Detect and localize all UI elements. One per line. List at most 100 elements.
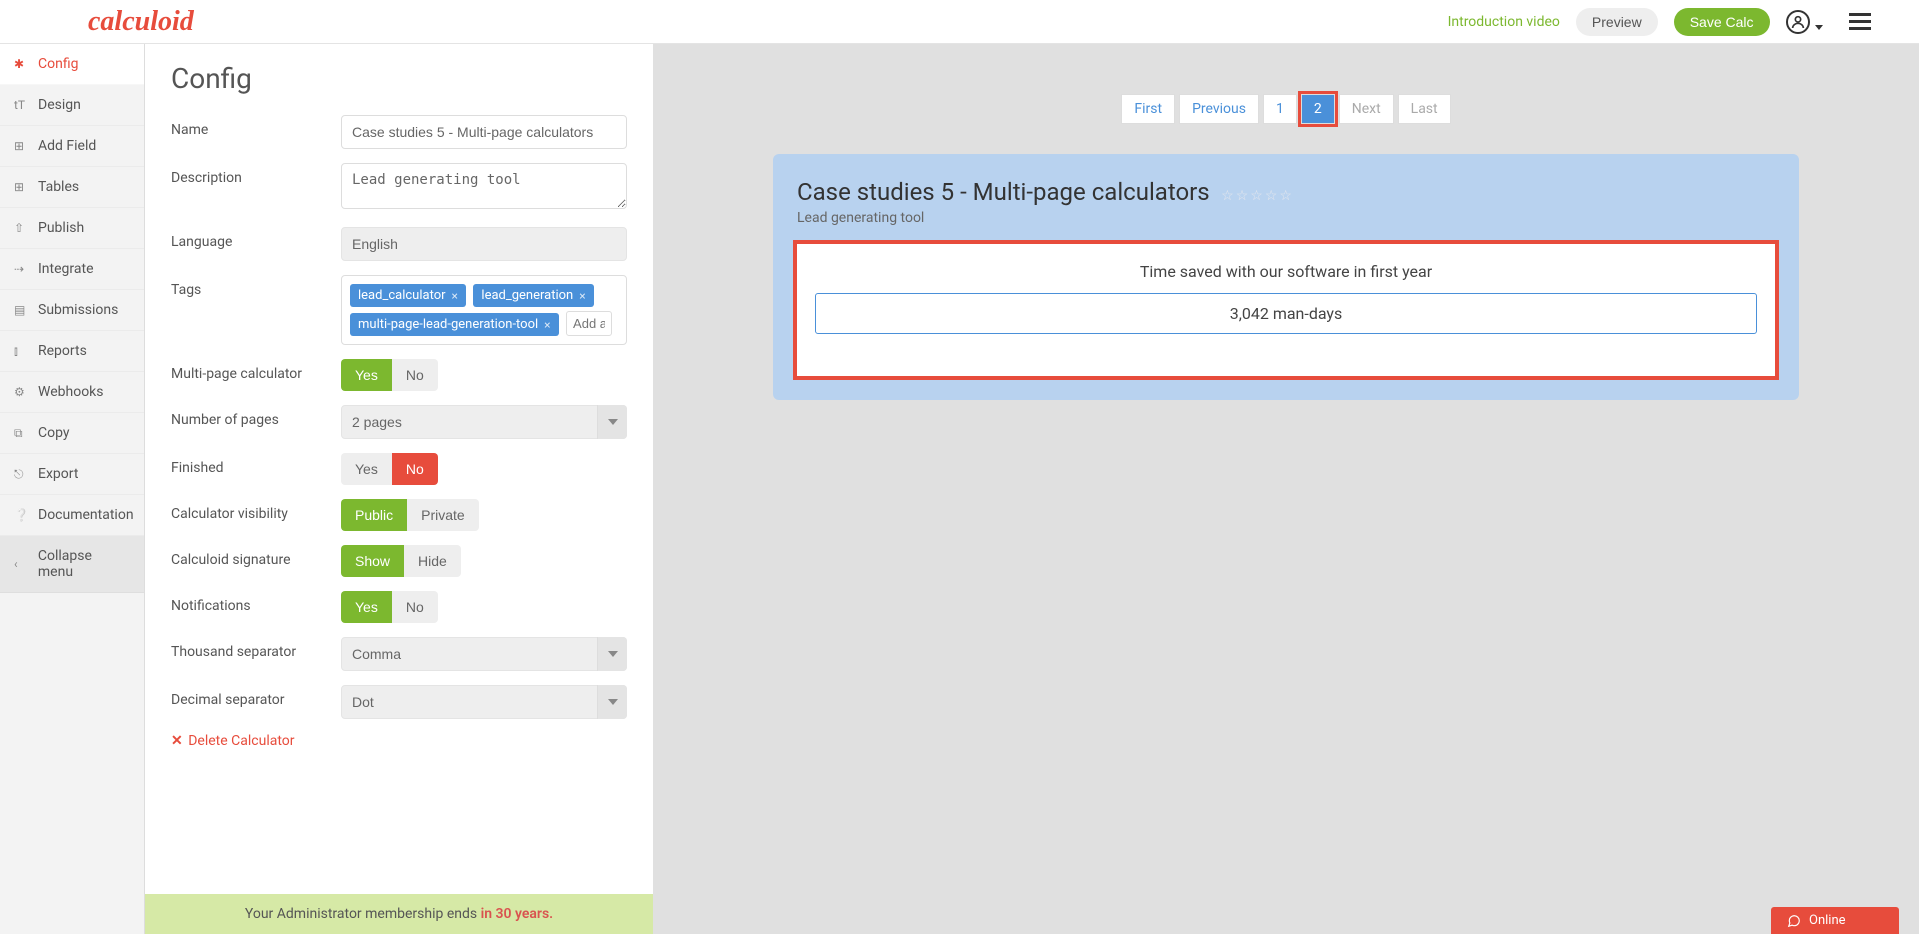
sidebar-item-label: Copy: [38, 425, 70, 441]
finished-yes-button[interactable]: Yes: [341, 453, 392, 485]
user-menu[interactable]: [1786, 10, 1823, 34]
star-icon: ☆: [1250, 188, 1263, 204]
sidebar-item-label: Tables: [38, 179, 79, 195]
sidebar-item-label: Add Field: [38, 138, 96, 154]
thousand-select[interactable]: [341, 637, 627, 671]
chevron-down-icon: [597, 405, 627, 439]
multipage-toggle: Yes No: [341, 359, 438, 391]
delete-calculator-link[interactable]: ✕ Delete Calculator: [171, 733, 295, 749]
calc-subtitle: Lead generating tool: [797, 210, 1775, 226]
label-name: Name: [171, 115, 341, 138]
star-icon: ☆: [1265, 188, 1278, 204]
pg-next[interactable]: Next: [1339, 94, 1394, 124]
label-thousand: Thousand separator: [171, 637, 341, 660]
sidebar-item-collapse[interactable]: ‹ Collapse menu: [0, 536, 144, 593]
finished-no-button[interactable]: No: [392, 453, 438, 485]
visibility-public-button[interactable]: Public: [341, 499, 407, 531]
numpages-select[interactable]: [341, 405, 627, 439]
sidebar-item-integrate[interactable]: ⇢Integrate: [0, 249, 144, 290]
multipage-no-button[interactable]: No: [392, 359, 438, 391]
close-icon[interactable]: ×: [579, 289, 585, 303]
decimal-select[interactable]: [341, 685, 627, 719]
sidebar-item-label: Submissions: [38, 302, 118, 318]
sidebar-item-export[interactable]: ⎋ Export: [0, 454, 144, 495]
tags-box[interactable]: lead_calculator× lead_generation× multi-…: [341, 275, 627, 345]
pg-previous[interactable]: Previous: [1179, 94, 1259, 124]
rating-stars[interactable]: ☆☆☆☆☆: [1221, 188, 1292, 204]
sidebar-item-label: Config: [38, 56, 78, 72]
row-multipage: Multi-page calculator Yes No: [171, 359, 627, 391]
sidebar-item-submissions[interactable]: ▤Submissions: [0, 290, 144, 331]
star-icon: ☆: [1279, 188, 1292, 204]
sidebar-item-webhooks[interactable]: ⚙Webhooks: [0, 372, 144, 413]
calc-title: Case studies 5 - Multi-page calculators: [797, 178, 1210, 206]
save-calc-button[interactable]: Save Calc: [1674, 8, 1770, 36]
result-value: 3,042 man-days: [815, 293, 1757, 334]
calculator-card: Case studies 5 - Multi-page calculators …: [773, 154, 1799, 400]
language-input[interactable]: [341, 227, 627, 261]
tag-item[interactable]: lead_generation×: [473, 284, 593, 307]
pg-last[interactable]: Last: [1398, 94, 1451, 124]
hamburger-menu-button[interactable]: [1849, 13, 1871, 30]
sidebar-item-design[interactable]: tTDesign: [0, 85, 144, 126]
copy-icon: ⧉: [14, 426, 28, 441]
sidebar-item-publish[interactable]: ⇧Publish: [0, 208, 144, 249]
label-visibility: Calculator visibility: [171, 499, 341, 522]
thousand-value: [341, 637, 627, 671]
sidebar-item-documentation[interactable]: ❔Documentation: [0, 495, 144, 536]
chevron-down-icon: [597, 637, 627, 671]
decimal-value: [341, 685, 627, 719]
plus-icon: ⊞: [14, 139, 28, 153]
sidebar-item-config[interactable]: ✱ Config: [0, 44, 144, 85]
finished-toggle: Yes No: [341, 453, 438, 485]
description-textarea[interactable]: Lead generating tool: [341, 163, 627, 209]
close-icon[interactable]: ×: [544, 318, 550, 332]
logo[interactable]: calculoid: [88, 6, 194, 38]
label-numpages: Number of pages: [171, 405, 341, 428]
signature-hide-button[interactable]: Hide: [404, 545, 461, 577]
visibility-private-button[interactable]: Private: [407, 499, 479, 531]
sidebar-item-add-field[interactable]: ⊞ Add Field: [0, 126, 144, 167]
label-language: Language: [171, 227, 341, 250]
label-multipage: Multi-page calculator: [171, 359, 341, 382]
config-panel: Config Name Description Lead generating …: [145, 44, 653, 934]
sidebar-item-tables[interactable]: ⊞Tables: [0, 167, 144, 208]
chat-online-button[interactable]: Online: [1771, 907, 1899, 934]
avatar-icon: [1786, 10, 1810, 34]
row-language: Language: [171, 227, 627, 261]
row-numpages: Number of pages: [171, 405, 627, 439]
export-icon: ⎋: [14, 467, 28, 482]
tag-item[interactable]: lead_calculator×: [350, 284, 466, 307]
sidebar-item-reports[interactable]: ⫾Reports: [0, 331, 144, 372]
multipage-yes-button[interactable]: Yes: [341, 359, 392, 391]
notifications-no-button[interactable]: No: [392, 591, 438, 623]
row-delete: ✕ Delete Calculator: [171, 733, 627, 749]
row-thousand: Thousand separator: [171, 637, 627, 671]
pg-1[interactable]: 1: [1263, 94, 1297, 124]
introduction-video-link[interactable]: Introduction video: [1448, 14, 1560, 30]
main: Config Name Description Lead generating …: [145, 44, 1919, 934]
notifications-yes-button[interactable]: Yes: [341, 591, 392, 623]
chevron-down-icon: [1815, 25, 1823, 30]
name-input[interactable]: [341, 115, 627, 149]
signature-show-button[interactable]: Show: [341, 545, 404, 577]
numpages-value: [341, 405, 627, 439]
pg-first[interactable]: First: [1121, 94, 1175, 124]
tag-input[interactable]: [566, 311, 612, 336]
close-icon[interactable]: ×: [452, 289, 458, 303]
sidebar-item-copy[interactable]: ⧉ Copy: [0, 413, 144, 454]
sidebar-item-label: Export: [38, 466, 78, 482]
row-tags: Tags lead_calculator× lead_generation× m…: [171, 275, 627, 345]
preview-button[interactable]: Preview: [1576, 8, 1658, 36]
tag-item[interactable]: multi-page-lead-generation-tool×: [350, 313, 559, 336]
content: ✱Config tTDesign ⊞Add Field ⊞Tables ⇧Pub…: [0, 44, 1919, 934]
sidebar: ✱ Config tTDesign ⊞ Add Field ⊞Tables ⇧Pub…: [0, 44, 145, 934]
sidebar-item-label: Collapse menu: [38, 548, 130, 580]
label-notifications: Notifications: [171, 591, 341, 614]
gear-icon: ✱: [14, 57, 28, 71]
result-label: Time saved with our software in first ye…: [815, 262, 1757, 281]
chevron-left-icon: ‹: [14, 557, 28, 571]
publish-icon: ⇧: [14, 221, 28, 235]
pg-2[interactable]: 2: [1301, 94, 1335, 124]
sidebar-item-label: Reports: [38, 343, 87, 359]
